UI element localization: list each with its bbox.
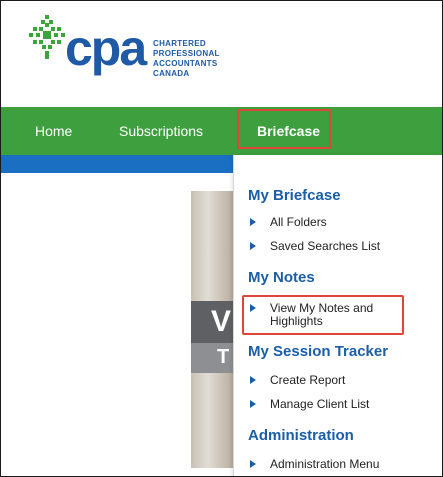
triangle-right-icon [250, 376, 256, 384]
hero-letter: V [211, 305, 232, 338]
triangle-right-icon [250, 460, 256, 468]
menu-item-label: Highlights [270, 314, 323, 328]
nav-item-home[interactable]: Home [35, 107, 72, 155]
briefcase-dropdown-menu: My Briefcase All Folders Saved Searches … [233, 155, 442, 476]
section-title-my-briefcase: My Briefcase [248, 187, 341, 204]
cpa-subtitle: CHARTERED PROFESSIONAL ACCOUNTANTS CANAD… [153, 39, 220, 79]
maple-leaf-icon [29, 15, 65, 59]
triangle-right-icon [250, 400, 256, 408]
section-title-my-session-tracker: My Session Tracker [248, 343, 389, 360]
menu-item-label: Administration Menu [270, 457, 380, 471]
section-title-my-notes: My Notes [248, 269, 315, 286]
menu-item-label: All Folders [270, 215, 327, 229]
cpa-subtitle-line: ACCOUNTANTS [153, 59, 218, 68]
section-title-administration: Administration [248, 427, 354, 444]
menu-item-label: Create Report [270, 373, 346, 387]
triangle-right-icon [250, 304, 256, 312]
main-nav: Home Subscriptions Briefcase [1, 107, 442, 155]
nav-item-briefcase[interactable]: Briefcase [237, 109, 331, 149]
cpa-logo[interactable]: cpa CHARTERED PROFESSIONAL ACCOUNTANTS C… [27, 13, 257, 91]
hero-banner-dark: V [191, 301, 233, 343]
blue-accent-strip [1, 155, 233, 173]
cpa-subtitle-line: CANADA [153, 69, 190, 78]
app-window: cpa CHARTERED PROFESSIONAL ACCOUNTANTS C… [0, 0, 443, 477]
menu-item-label: Manage Client List [270, 397, 370, 411]
cpa-wordmark: cpa [65, 20, 147, 76]
nav-item-subscriptions[interactable]: Subscriptions [119, 107, 203, 155]
hero-banner-light: T [191, 343, 233, 373]
hero-letter: T [217, 346, 230, 368]
cpa-subtitle-line: PROFESSIONAL [153, 49, 220, 58]
cpa-subtitle-line: CHARTERED [153, 39, 206, 48]
menu-item-label: Saved Searches List [270, 239, 381, 253]
site-header: cpa CHARTERED PROFESSIONAL ACCOUNTANTS C… [1, 1, 442, 107]
triangle-right-icon [250, 242, 256, 250]
triangle-right-icon [250, 218, 256, 226]
